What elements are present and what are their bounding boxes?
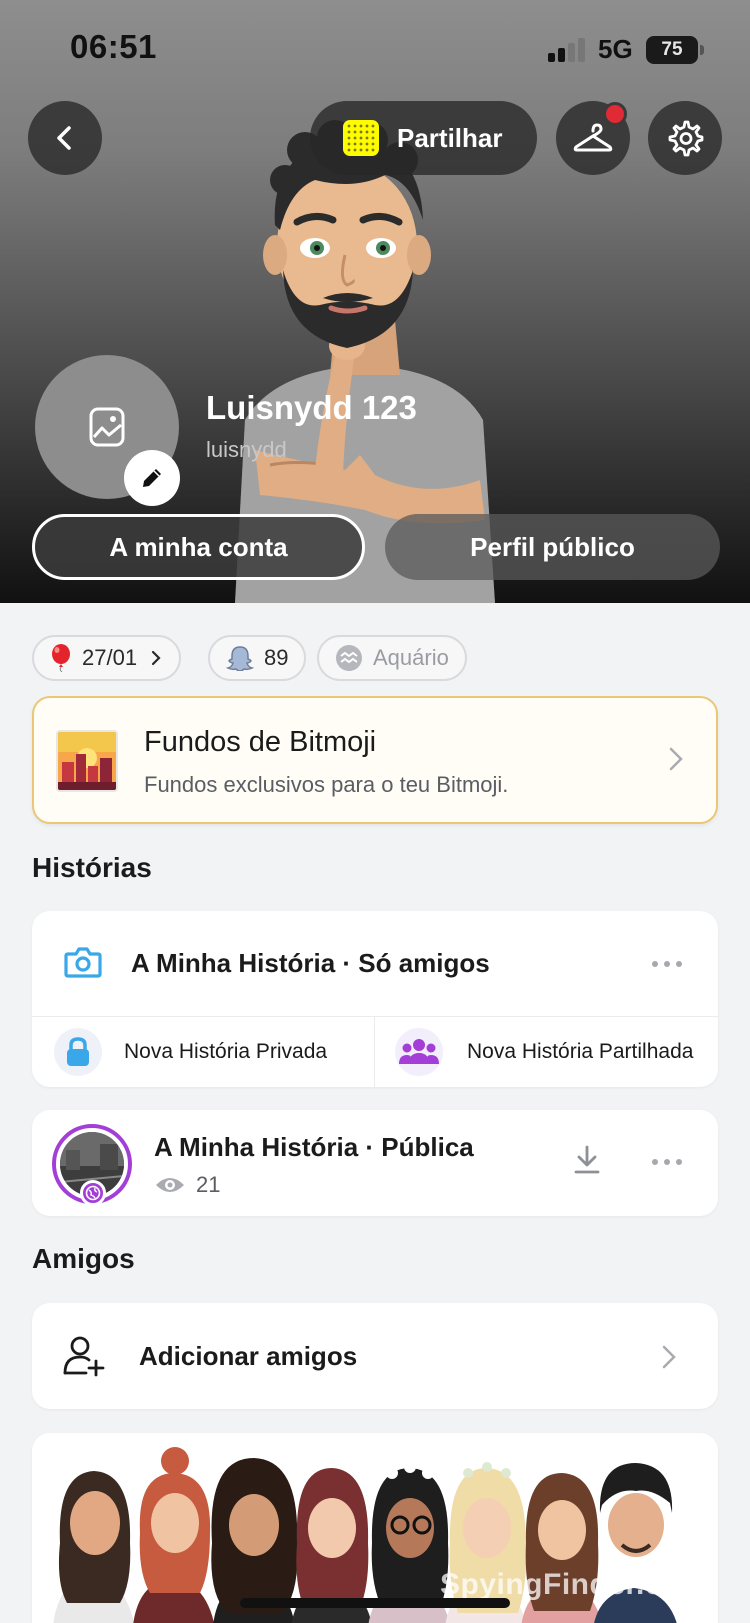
download-icon[interactable] [572,1144,602,1176]
group-icon [395,1028,443,1076]
chevron-right-icon [669,747,683,771]
share-button[interactable]: Partilhar [310,101,537,175]
settings-button[interactable] [648,101,722,175]
bitmoji-backgrounds-card[interactable]: Fundos de Bitmoji Fundos exclusivos para… [32,696,718,824]
public-story-views: 21 [154,1172,220,1198]
add-friend-icon [63,1336,105,1377]
new-shared-story-label: Nova História Partilhada [467,1040,694,1063]
notification-dot [603,102,627,126]
birthday-date: 27/01 [82,645,138,670]
eye-icon [154,1175,186,1195]
lock-icon [54,1028,102,1076]
friends-section-title: Amigos [32,1243,135,1274]
stories-section-title: Histórias [32,852,152,883]
gear-icon [668,120,704,157]
add-friends-row[interactable]: Adicionar amigos [32,1303,718,1409]
signal-icon [548,36,588,62]
birthday-chip[interactable]: 27/01 [32,635,182,681]
pencil-icon [143,469,161,487]
camera-icon [64,947,102,978]
ghost-icon [226,645,254,671]
zodiac-chip[interactable]: Aquário [317,635,467,681]
profile-header: 06:51 5G 75 Partilhar Luisnydd 123 luisn… [0,0,750,603]
friends-count: 89 [264,645,289,670]
chevron-right-icon [662,1345,676,1369]
status-time: 06:51 [70,28,157,65]
new-private-story-label: Nova História Privada [124,1040,328,1063]
more-options-icon[interactable] [652,1159,682,1167]
my-account-button[interactable]: A minha conta [32,514,365,580]
watermark-text: SpyingFinder.com [440,1568,709,1601]
bitmoji-backgrounds-title: Fundos de Bitmoji [144,726,377,758]
aquarius-icon [335,644,363,672]
username: luisnydd [206,437,287,462]
share-label: Partilhar [397,122,503,153]
public-story-title: A Minha História · Pública [154,1132,474,1162]
chevron-left-icon [57,126,71,150]
public-profile-button[interactable]: Perfil público [385,514,720,580]
bitmoji-backgrounds-subtitle: Fundos exclusivos para o teu Bitmoji. [144,772,509,797]
hanger-icon [573,123,613,152]
status-bar: 06:51 5G 75 [0,0,750,90]
public-story-view-count: 21 [196,1172,221,1197]
more-options-icon[interactable] [652,961,682,969]
my-story-friends-row[interactable]: A Minha História · Só amigos [32,911,718,1017]
friends-count-chip[interactable]: 89 [208,635,307,681]
image-icon [89,407,125,447]
new-shared-story-button[interactable]: Nova História Partilhada [375,1017,718,1087]
battery-icon: 75 [646,36,704,64]
zodiac-sign: Aquário [373,645,449,670]
add-friends-label: Adicionar amigos [139,1341,358,1371]
my-story-card: A Minha História · Só amigos Nova Histór… [32,911,718,1087]
balloon-icon [50,644,72,672]
globe-icon [80,1180,106,1206]
back-button[interactable] [28,101,102,175]
my-story-friends-title: A Minha História · Só amigos [131,948,490,978]
chevron-right-icon [151,650,161,666]
city-sunset-icon [56,730,118,792]
home-indicator[interactable] [240,1598,510,1608]
public-story-card[interactable]: A Minha História · Pública 21 [32,1110,718,1216]
new-private-story-button[interactable]: Nova História Privada [32,1017,375,1087]
network-type: 5G [598,34,633,64]
display-name: Luisnydd 123 [206,389,417,426]
edit-photo-button[interactable] [124,450,180,506]
snapcode-icon [343,120,379,156]
